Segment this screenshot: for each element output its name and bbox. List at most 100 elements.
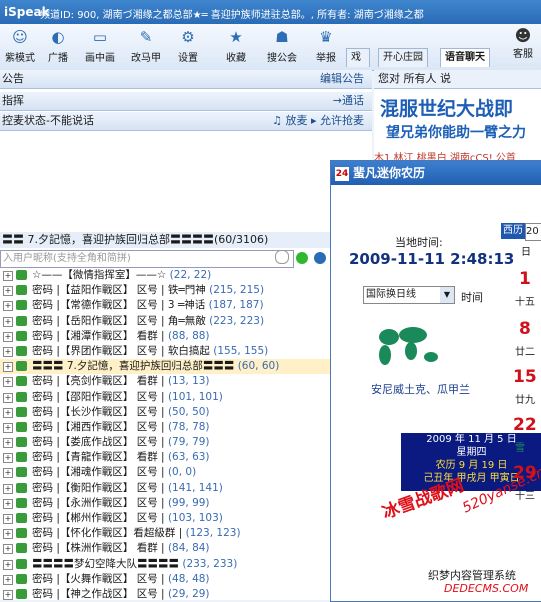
- channel-icon: [16, 376, 27, 387]
- channel-row[interactable]: + 密码 |【湘魂作戰区】 区号 | (0, 0): [0, 465, 330, 480]
- screen-icon: ▭: [92, 28, 108, 46]
- channel-count: (84, 84): [167, 542, 210, 555]
- channel-row[interactable]: + 密码 |【娄底作战区】 区号 | (79, 79): [0, 435, 330, 450]
- expand-icon[interactable]: +: [3, 392, 13, 403]
- tab-voice-chat[interactable]: 语音聊天: [440, 48, 490, 67]
- channel-list: + ☆——【微情指挥室】——☆ (22, 22) + 密码 |【益阳作戰区】 区号 |…: [0, 268, 330, 602]
- calendar-icon: 24: [335, 166, 349, 181]
- channel-row[interactable]: + 密码 |【界团作戰区】 区号 | 软白搞起 (155, 155): [0, 344, 330, 359]
- west-calendar-tab[interactable]: 西历: [501, 223, 525, 239]
- expand-icon[interactable]: +: [3, 498, 13, 509]
- expand-icon[interactable]: +: [3, 301, 13, 312]
- channel-count: (187, 187): [208, 299, 264, 312]
- channel-name: 密码 |【邵阳作戰区】 区号 |: [32, 390, 165, 403]
- expand-icon[interactable]: +: [3, 468, 13, 479]
- edit-announcement-button[interactable]: 编辑公告: [320, 70, 364, 88]
- channel-row[interactable]: + ☆——【微情指挥室】——☆ (22, 22): [0, 268, 330, 283]
- tab-game[interactable]: 戏: [346, 48, 370, 67]
- channel-count: (79, 79): [167, 436, 210, 449]
- expand-icon[interactable]: +: [3, 453, 13, 464]
- channel-row[interactable]: + 密码 |【株洲作戰区】 看群 | (84, 84): [0, 541, 330, 556]
- expand-icon[interactable]: +: [3, 377, 13, 388]
- expand-icon[interactable]: +: [3, 589, 13, 600]
- channel-row[interactable]: + 密码 |【永洲作戰区】 区号 | (99, 99): [0, 496, 330, 511]
- channel-row[interactable]: + 密码 |【湘西作戰区】 区号 | (78, 78): [0, 420, 330, 435]
- channel-name: 密码 |【益阳作戰区】 区号 | 铁═門神: [32, 284, 206, 297]
- channel-icon: [16, 558, 27, 569]
- channel-icon: [16, 497, 27, 508]
- expand-icon[interactable]: +: [3, 286, 13, 297]
- expand-icon[interactable]: +: [3, 407, 13, 418]
- channel-count: (63, 63): [167, 451, 210, 464]
- expand-icon[interactable]: +: [3, 271, 13, 281]
- expand-icon[interactable]: +: [3, 574, 13, 585]
- calendar-day[interactable]: 22: [513, 415, 537, 435]
- chat-target[interactable]: 您对 所有人 说: [374, 70, 541, 89]
- year-input[interactable]: 20: [525, 223, 541, 241]
- channel-row[interactable]: + 密码 |【常德作戰区】 区号 | 3 ═神话 (187, 187): [0, 298, 330, 313]
- calendar-day[interactable]: 8: [519, 319, 531, 339]
- channel-count: (215, 215): [209, 284, 265, 297]
- release-mic-button[interactable]: 放麦: [285, 114, 307, 127]
- banner-line-2: 望兄弟你能助一臂之力: [386, 125, 526, 141]
- time-label: 时间: [461, 291, 483, 304]
- eye-icon[interactable]: [314, 252, 326, 264]
- expand-icon[interactable]: +: [3, 483, 13, 494]
- expand-icon[interactable]: +: [3, 529, 13, 540]
- weekday-header: 日: [521, 247, 531, 258]
- timezone-select[interactable]: 国际换日线 ▼: [363, 286, 455, 304]
- channel-row[interactable]: + 密码 |【岳阳作戰区】 区号 | 角═無敵 (223, 223): [0, 314, 330, 329]
- expand-icon[interactable]: +: [3, 438, 13, 449]
- channel-row[interactable]: + 密码 |【青龍作戰区】 看群 | (63, 63): [0, 450, 330, 465]
- channel-row[interactable]: + 〓〓〓 7.夕記憶，喜迎护族回归总部〓〓〓 (60, 60): [0, 359, 330, 375]
- channel-name: 密码 |【常德作戰区】 区号 | 3 ═神话: [32, 299, 206, 312]
- channel-name: 密码 |【亮剑作戰区】 看群 |: [32, 375, 165, 388]
- dialog-title-bar[interactable]: 24 蜚凡迷你农历: [331, 161, 541, 185]
- expand-icon[interactable]: +: [3, 544, 13, 555]
- service-avatar-icon: ☻: [514, 26, 532, 45]
- channel-row[interactable]: + 密码 |【邵阳作戰区】 区号 | (101, 101): [0, 390, 330, 405]
- channel-row[interactable]: + 密码 |【益阳作戰区】 区号 | 铁═門神 (215, 215): [0, 283, 330, 298]
- channel-row[interactable]: + 密码 |【衡阳作戰区】 区号 | (141, 141): [0, 481, 330, 496]
- banner-line-1: 混服世纪大战即: [380, 98, 514, 120]
- expand-icon[interactable]: +: [3, 316, 13, 327]
- channel-count: (13, 13): [167, 375, 210, 388]
- expand-icon[interactable]: +: [3, 362, 13, 373]
- calendar-day[interactable]: 1: [519, 269, 531, 289]
- calendar-day[interactable]: 15: [513, 367, 537, 387]
- expand-icon[interactable]: +: [3, 422, 13, 433]
- channel-icon: [16, 437, 27, 448]
- search-icon[interactable]: [275, 250, 289, 264]
- calendar-lunar: 廿二: [515, 347, 535, 358]
- channel-name: ☆——【微情指挥室】——☆: [32, 269, 167, 281]
- expand-icon[interactable]: +: [3, 346, 13, 357]
- watermark-site-en: DEDECMS.COM: [444, 582, 529, 595]
- channel-row[interactable]: + 密码 |【火舞作戰区】 区号 | (48, 48): [0, 572, 330, 587]
- customer-service-button[interactable]: ☻ 客服: [505, 26, 541, 60]
- channel-count: (48, 48): [167, 572, 210, 585]
- channel-name: 密码 |【火舞作戰区】 区号 |: [32, 572, 165, 585]
- talk-link[interactable]: →通话: [333, 92, 364, 110]
- channel-row[interactable]: + 〓〓〓〓梦幻空降大队〓〓〓〓 (233, 233): [0, 557, 330, 572]
- channel-name: 密码 |【青龍作戰区】 看群 |: [32, 451, 165, 464]
- local-time-label: 当地时间:: [395, 236, 443, 249]
- expand-icon[interactable]: +: [3, 559, 13, 570]
- channel-row[interactable]: + 密码 |【郴州作戰区】 区号 | (103, 103): [0, 511, 330, 526]
- channel-count: (78, 78): [167, 420, 210, 433]
- channel-row[interactable]: + 密码 |【湘潭作戰区】 看群 | (88, 88): [0, 329, 330, 344]
- status-green-icon[interactable]: [295, 252, 308, 264]
- expand-icon[interactable]: +: [3, 514, 13, 524]
- face-icon: ☺: [12, 28, 28, 46]
- allow-grab-mic-button[interactable]: 允许抢麦: [320, 114, 364, 127]
- channel-row[interactable]: + 密码 |【亮剑作戰区】 看群 | (13, 13): [0, 374, 330, 389]
- channel-row[interactable]: + 密码 |【怀化作戰区】看超級群 | (123, 123): [0, 526, 330, 541]
- channel-count: (50, 50): [167, 405, 210, 418]
- channel-count: (233, 233): [182, 557, 238, 570]
- tab-happy-farm[interactable]: 开心庄园: [378, 48, 428, 67]
- user-search-input[interactable]: 入用户昵称(支持全角和简拼): [0, 250, 294, 268]
- channel-row[interactable]: + 密码 |【长沙作戰区】 区号 | (50, 50): [0, 405, 330, 420]
- announcement-bar: 公告 编辑公告: [0, 70, 372, 89]
- expand-icon[interactable]: +: [3, 331, 13, 342]
- channel-name: 密码 |【郴州作戰区】 区号 |: [32, 512, 165, 524]
- channel-count: (22, 22): [169, 269, 212, 281]
